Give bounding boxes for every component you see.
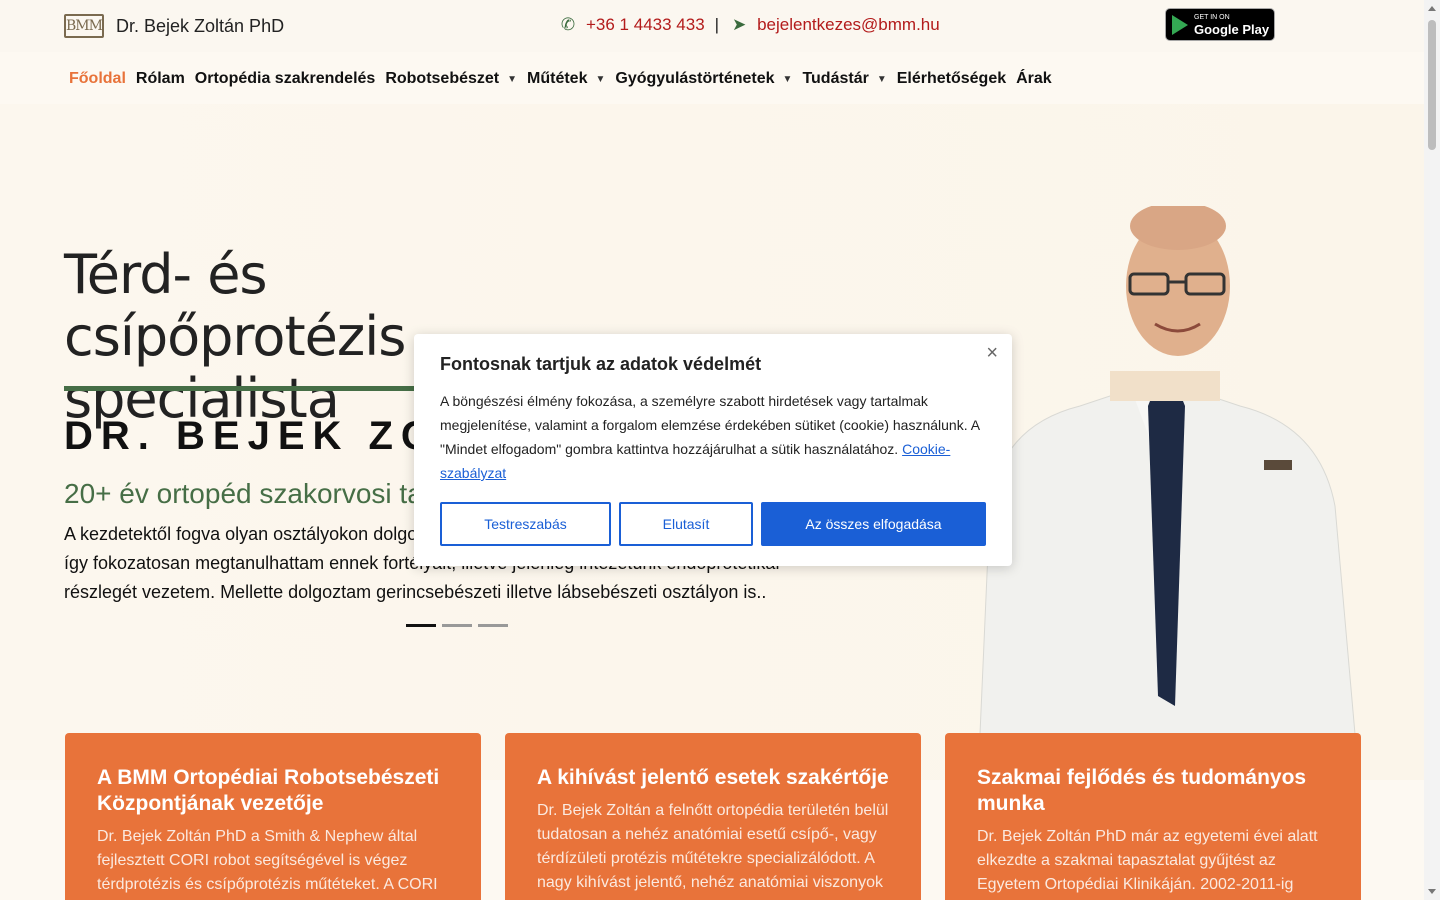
cookie-buttons: Testreszabás Elutasít Az összes elfogadá… bbox=[440, 502, 986, 546]
badge-small-text: GET IN ON bbox=[1194, 13, 1230, 21]
nav-item-elerhetosegek[interactable]: Elérhetőségek bbox=[897, 68, 1006, 90]
nav-item-arak[interactable]: Árak bbox=[1016, 68, 1052, 90]
nav-item-tudastar[interactable]: Tudástár ▼ bbox=[802, 68, 886, 90]
scroll-down-icon[interactable] bbox=[1428, 889, 1436, 894]
main-nav: Főoldal Rólam Ortopédia szakrendelés Rob… bbox=[64, 68, 1052, 90]
send-icon: ➤ bbox=[731, 15, 747, 34]
hero-divider bbox=[64, 386, 424, 391]
site-logo[interactable]: BMM Dr. Bejek Zoltán PhD bbox=[64, 14, 284, 38]
chevron-down-icon: ▼ bbox=[876, 73, 887, 85]
google-play-icon bbox=[1172, 14, 1188, 35]
nav-item-rolam[interactable]: Rólam bbox=[136, 68, 185, 90]
nav-item-szakrendeles[interactable]: Ortopédia szakrendelés bbox=[195, 68, 376, 90]
card-title: A kihívást jelentő esetek szakértője bbox=[537, 766, 889, 789]
cookie-message: A böngészési élmény fokozása, a személyr… bbox=[440, 393, 980, 481]
card-title: Szakmai fejlődés és tudományos munka bbox=[977, 766, 1307, 815]
contact-separator: | bbox=[714, 15, 720, 34]
reject-button[interactable]: Elutasít bbox=[619, 502, 753, 546]
scrollbar-thumb[interactable] bbox=[1428, 20, 1436, 150]
slider-dot[interactable] bbox=[442, 624, 472, 627]
card-text: Dr. Bejek Zoltán PhD a Smith & Nephew ál… bbox=[97, 828, 438, 893]
site-name: Dr. Bejek Zoltán PhD bbox=[116, 15, 285, 36]
chevron-down-icon: ▼ bbox=[595, 73, 606, 85]
close-icon[interactable]: × bbox=[986, 342, 998, 365]
card-complex-cases[interactable]: A kihívást jelentő esetek szakértője Dr.… bbox=[505, 733, 921, 900]
badge-big-text: Google Play bbox=[1194, 21, 1270, 37]
contact-info: ✆ +36 1 4433 433 | ➤ bejelentkezes@bmm.h… bbox=[558, 15, 940, 35]
slider-dot[interactable] bbox=[406, 624, 436, 627]
card-robot-center[interactable]: A BMM Ortopédiai Robotsebészeti Központj… bbox=[65, 733, 481, 900]
card-research[interactable]: Szakmai fejlődés és tudományos munka Dr.… bbox=[945, 733, 1361, 900]
slider-dot[interactable] bbox=[478, 624, 508, 627]
doctor-photo bbox=[979, 206, 1356, 734]
nav-item-fooldal[interactable]: Főoldal bbox=[69, 68, 126, 90]
nav-item-gyogyulastortenetek[interactable]: Gyógyulástörténetek ▼ bbox=[615, 68, 792, 90]
scroll-up-icon[interactable] bbox=[1428, 6, 1436, 11]
nav-item-mutetek[interactable]: Műtétek ▼ bbox=[527, 68, 605, 90]
page-scrollbar[interactable] bbox=[1424, 0, 1440, 900]
google-play-badge[interactable]: GET IN ON Google Play bbox=[1165, 8, 1275, 41]
chevron-down-icon: ▼ bbox=[782, 73, 793, 85]
top-bar: BMM Dr. Bejek Zoltán PhD ✆ +36 1 4433 43… bbox=[0, 0, 1424, 52]
card-title: A BMM Ortopédiai Robotsebészeti Központj… bbox=[97, 766, 440, 815]
card-text: Dr. Bejek Zoltán a felnőtt ortopédia ter… bbox=[537, 802, 889, 891]
cookie-consent-dialog: × Fontosnak tartjuk az adatok védelmét A… bbox=[414, 334, 1012, 566]
accept-all-button[interactable]: Az összes elfogadása bbox=[761, 502, 986, 546]
email-link[interactable]: bejelentkezes@bmm.hu bbox=[757, 15, 940, 35]
chevron-down-icon: ▼ bbox=[507, 73, 518, 85]
phone-icon: ✆ bbox=[560, 15, 576, 34]
phone-link[interactable]: +36 1 4433 433 bbox=[586, 15, 705, 35]
card-text: Dr. Bejek Zoltán PhD már az egyetemi éve… bbox=[977, 828, 1318, 893]
nav-item-robotsebeszet[interactable]: Robotsebészet ▼ bbox=[385, 68, 517, 90]
logo-mark: BMM bbox=[64, 14, 104, 38]
slider-dots bbox=[406, 624, 508, 627]
customize-button[interactable]: Testreszabás bbox=[440, 502, 611, 546]
cookie-title: Fontosnak tartjuk az adatok védelmét bbox=[440, 354, 762, 374]
